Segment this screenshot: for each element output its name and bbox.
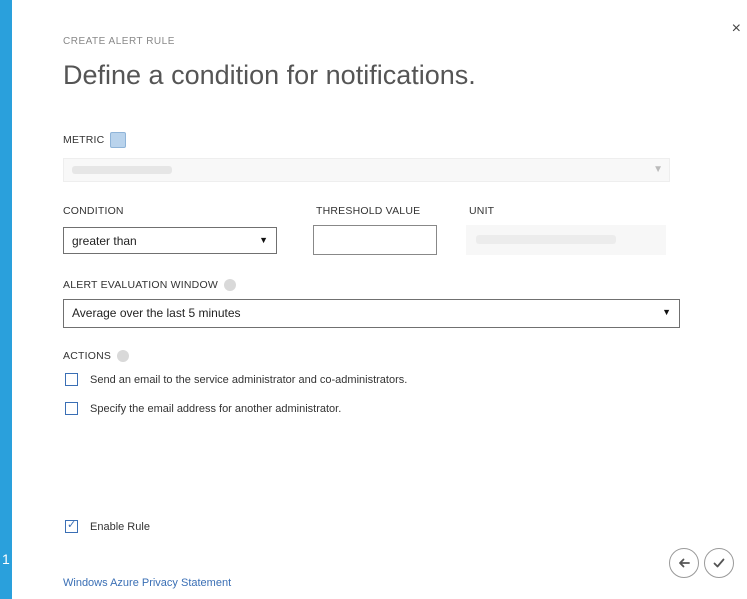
privacy-statement-link[interactable]: Windows Azure Privacy Statement xyxy=(63,577,231,589)
email-admins-checkbox[interactable] xyxy=(65,373,78,386)
metric-label-row: METRIC xyxy=(63,132,127,148)
metric-value-placeholder xyxy=(72,166,172,174)
back-arrow-icon xyxy=(679,558,690,568)
evaluation-label-row: ALERT EVALUATION WINDOW xyxy=(63,279,236,292)
email-other-admin-checkbox[interactable] xyxy=(65,402,78,415)
unit-field xyxy=(466,225,666,255)
enable-rule-checkbox[interactable] xyxy=(65,518,78,533)
step-number: 1 xyxy=(2,551,10,567)
threshold-input[interactable] xyxy=(313,225,437,255)
complete-button[interactable] xyxy=(704,548,734,578)
metric-info-icon[interactable] xyxy=(110,132,127,148)
checkmark-icon xyxy=(713,558,725,568)
email-admins-label: Send an email to the service administrat… xyxy=(90,374,408,386)
evaluation-selected-value: Average over the last 5 minutes xyxy=(72,306,241,320)
dialog-eyebrow: CREATE ALERT RULE xyxy=(63,36,175,47)
email-other-admin-label: Specify the email address for another ad… xyxy=(90,403,342,415)
chevron-down-icon: ▼ xyxy=(259,235,268,245)
actions-label: ACTIONS xyxy=(63,350,112,362)
threshold-label: THRESHOLD VALUE xyxy=(316,205,421,217)
evaluation-window-select[interactable]: Average over the last 5 minutes ▼ xyxy=(63,299,680,328)
unit-value-placeholder xyxy=(476,235,616,244)
actions-help-icon[interactable] xyxy=(117,350,130,363)
unit-label: UNIT xyxy=(469,205,495,217)
condition-select[interactable]: greater than ▼ xyxy=(63,227,277,254)
evaluation-label: ALERT EVALUATION WINDOW xyxy=(63,279,218,291)
condition-label: CONDITION xyxy=(63,205,124,217)
back-button[interactable] xyxy=(669,548,699,578)
condition-selected-value: greater than xyxy=(72,234,137,248)
close-icon[interactable]: × xyxy=(732,20,741,38)
actions-label-row: ACTIONS xyxy=(63,350,130,363)
page-title: Define a condition for notifications. xyxy=(63,60,476,90)
wizard-step-bar: 1 xyxy=(0,0,12,599)
evaluation-help-icon[interactable] xyxy=(223,279,236,292)
enable-rule-label: Enable Rule xyxy=(90,521,150,533)
metric-label: METRIC xyxy=(63,133,105,146)
metric-dropdown-icon: ▼ xyxy=(653,164,663,175)
chevron-down-icon: ▼ xyxy=(662,307,671,317)
metric-select[interactable]: ▼ xyxy=(63,158,670,182)
